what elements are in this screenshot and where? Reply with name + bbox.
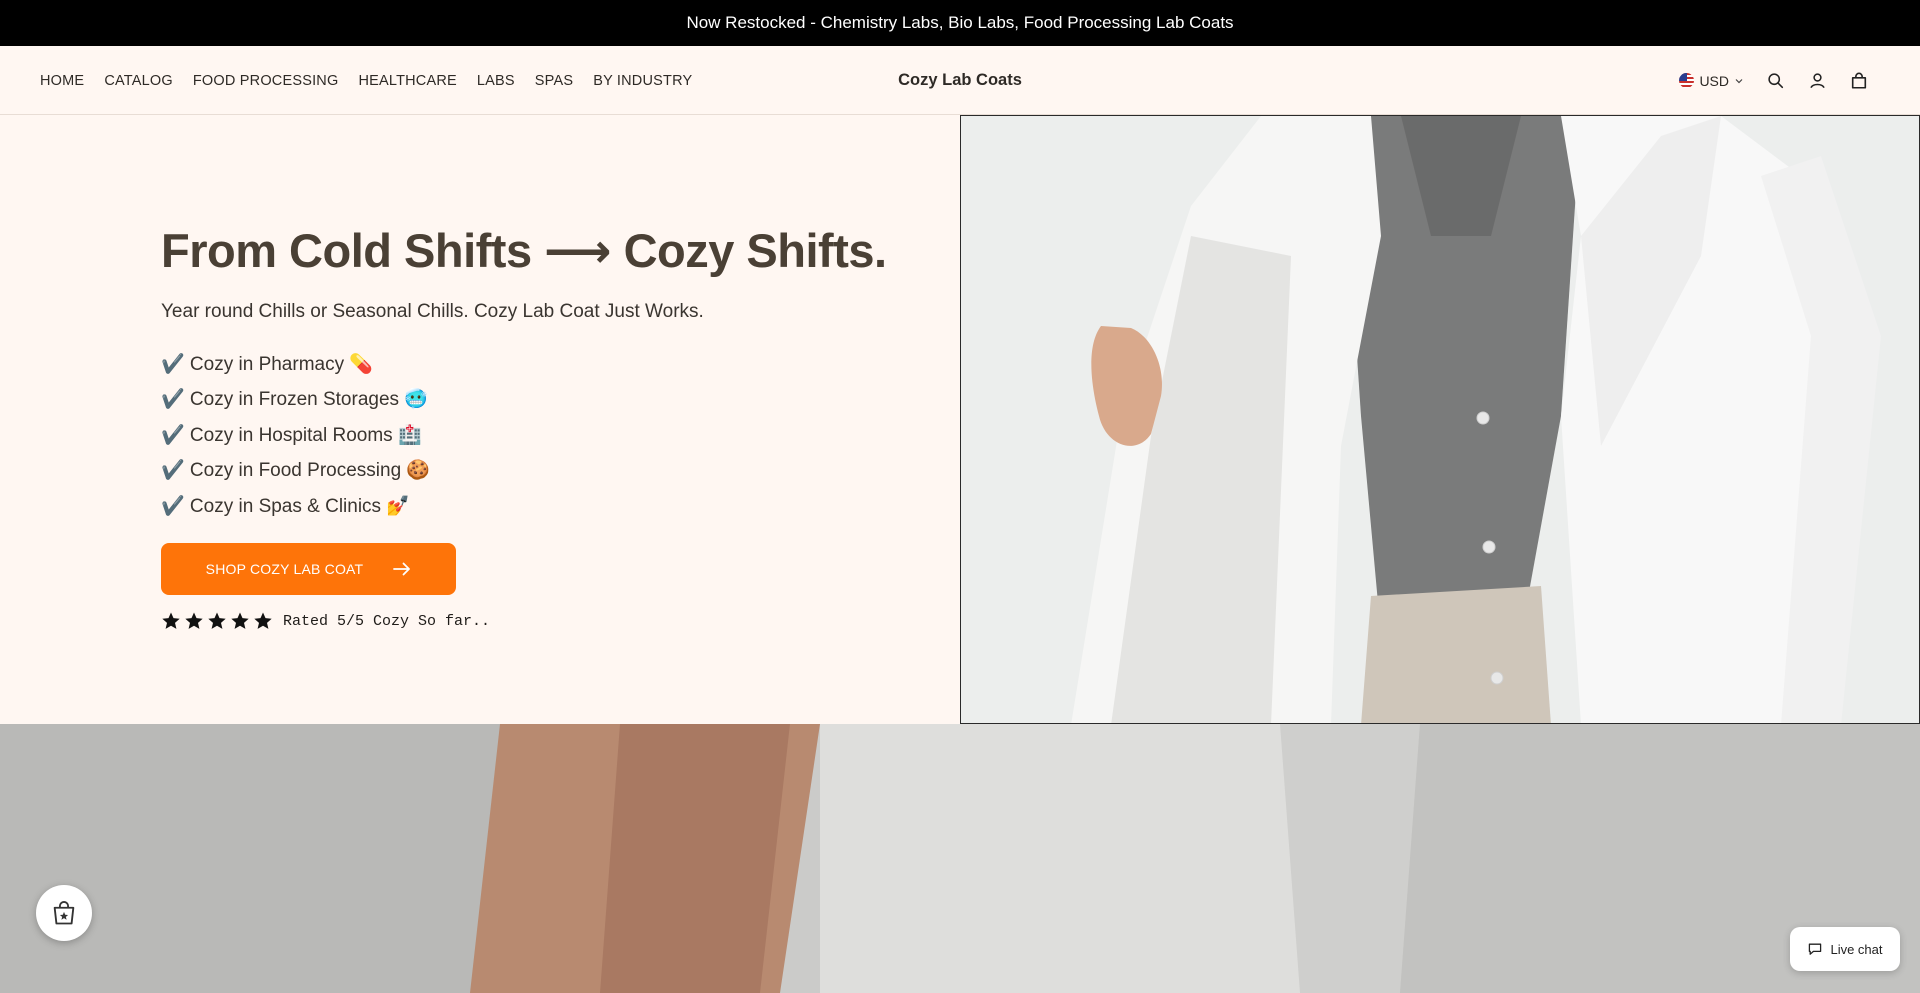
star-icon <box>231 612 249 630</box>
account-icon <box>1809 73 1825 89</box>
nav-item-healthcare[interactable]: HEALTHCARE <box>358 73 456 89</box>
chat-icon <box>1809 943 1822 955</box>
nav-item-home[interactable]: HOME <box>40 73 84 89</box>
header-tools: USD <box>1679 46 1870 115</box>
currency-selector[interactable]: USD <box>1679 73 1744 89</box>
hero-text-block: From Cold Shifts ⟶ Cozy Shifts. Year rou… <box>161 225 961 631</box>
lab-coat-model-illustration <box>961 116 1919 723</box>
benefit-item: ✔️ Cozy in Hospital Rooms 🏥 <box>161 424 422 446</box>
cta-label: SHOP COZY LAB COAT <box>205 561 364 578</box>
currency-label: USD <box>1699 72 1729 89</box>
benefit-item: ✔️ Cozy in Frozen Storages 🥶 <box>161 389 428 411</box>
live-chat-button[interactable]: Live chat <box>1790 927 1900 971</box>
cart-icon <box>1851 72 1867 89</box>
account-button[interactable] <box>1806 70 1828 92</box>
arrow-right-icon <box>393 562 411 576</box>
site-header: HOME CATALOG FOOD PROCESSING HEALTHCARE … <box>0 46 1920 115</box>
hero-product-image <box>960 115 1920 724</box>
star-icon <box>185 612 203 630</box>
benefit-item: ✔️ Cozy in Pharmacy 💊 <box>161 353 374 375</box>
fabric-closeup-image <box>0 724 1920 993</box>
benefit-item: ✔️ Cozy in Spas & Clinics 💅 <box>161 495 410 517</box>
nav-item-catalog[interactable]: CATALOG <box>104 73 173 89</box>
search-icon <box>1767 73 1783 89</box>
nav-item-food-processing[interactable]: FOOD PROCESSING <box>193 73 339 89</box>
nav-item-by-industry[interactable]: BY INDUSTRY <box>593 73 692 89</box>
benefit-list: ✔️ Cozy in Pharmacy 💊 ✔️ Cozy in Frozen … <box>161 347 961 525</box>
brand-logo-text[interactable]: Cozy Lab Coats <box>898 71 1022 90</box>
search-button[interactable] <box>1764 70 1786 92</box>
star-icon <box>208 612 226 630</box>
hero-section: From Cold Shifts ⟶ Cozy Shifts. Year rou… <box>0 115 1920 724</box>
rating-stars <box>161 611 273 631</box>
cart-button[interactable] <box>1848 70 1870 92</box>
fleece-fabric-illustration <box>0 724 1920 993</box>
nav-item-spas[interactable]: SPAS <box>535 73 573 89</box>
flag-us-icon <box>1679 73 1695 88</box>
rating-text: Rated 5/5 Cozy So far.. <box>283 612 491 630</box>
shop-app-button[interactable] <box>36 885 92 941</box>
live-chat-label: Live chat <box>1830 941 1883 957</box>
shop-cozy-lab-coat-button[interactable]: SHOP COZY LAB COAT <box>161 543 456 596</box>
main-nav: HOME CATALOG FOOD PROCESSING HEALTHCARE … <box>40 46 692 115</box>
nav-item-labs[interactable]: LABS <box>477 73 515 89</box>
star-icon <box>254 612 272 630</box>
benefit-item: ✔️ Cozy in Food Processing 🍪 <box>161 460 431 482</box>
shopping-bag-icon <box>53 901 75 925</box>
hero-subtitle: Year round Chills or Seasonal Chills. Co… <box>161 300 704 322</box>
rating-row: Rated 5/5 Cozy So far.. <box>161 611 961 631</box>
announcement-text: Now Restocked - Chemistry Labs, Bio Labs… <box>686 13 1234 32</box>
announcement-bar: Now Restocked - Chemistry Labs, Bio Labs… <box>0 0 1920 46</box>
hero-title: From Cold Shifts ⟶ Cozy Shifts. <box>161 224 887 277</box>
star-icon <box>162 612 180 630</box>
chevron-down-icon <box>1735 78 1743 83</box>
